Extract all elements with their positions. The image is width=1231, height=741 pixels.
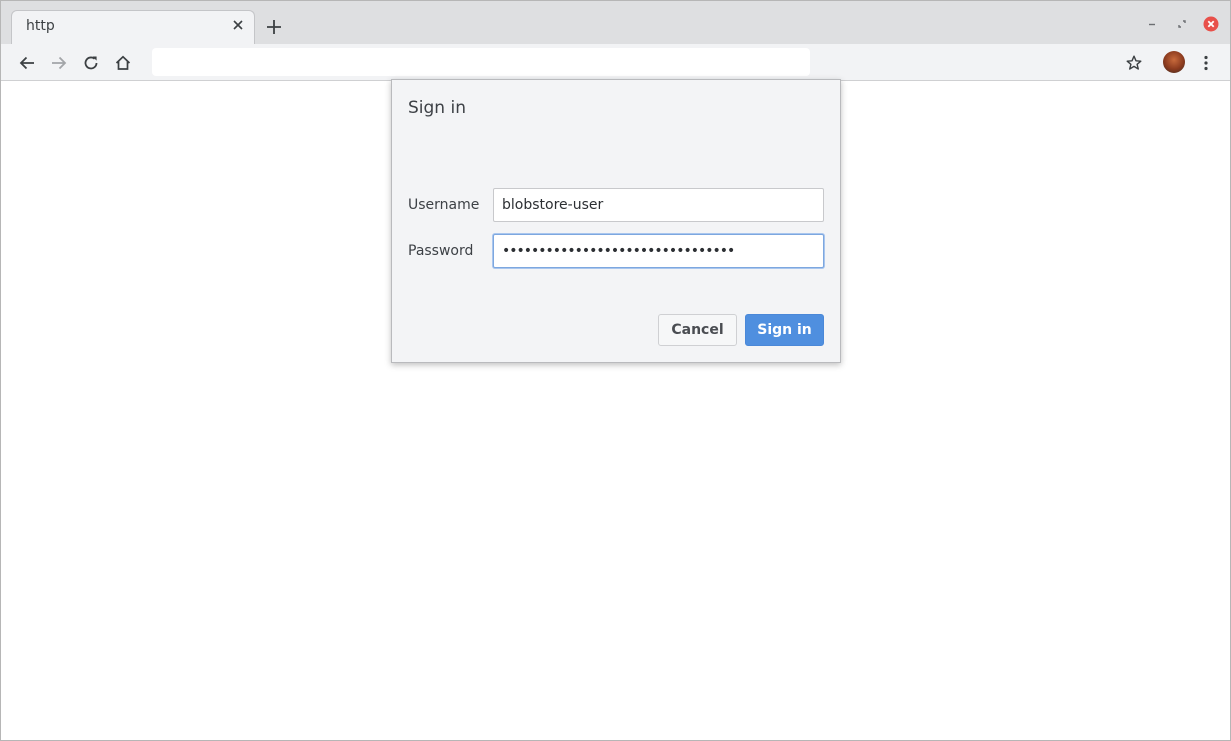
dialog-title: Sign in [408,98,466,118]
close-icon[interactable] [230,17,246,33]
sign-in-button[interactable]: Sign in [745,314,824,346]
browser-toolbar [1,44,1230,81]
plus-icon[interactable] [265,18,283,36]
password-field[interactable] [493,234,824,268]
restore-icon[interactable] [1174,16,1190,32]
browser-tab[interactable]: http [11,10,255,44]
arrow-right-icon[interactable] [49,53,69,73]
tab-title: http [26,18,55,34]
tab-strip: http [1,1,1230,44]
password-label: Password [408,243,474,259]
kebab-menu-icon[interactable] [1196,53,1216,73]
username-label: Username [408,197,480,213]
browser-window: http Sign in Username blobstore-user Pas… [0,0,1231,741]
address-bar[interactable] [152,48,810,76]
minimize-icon[interactable] [1144,16,1160,32]
arrow-left-icon[interactable] [17,53,37,73]
sign-in-dialog: Sign in Username Password Cancel Sign in [391,79,841,363]
avatar[interactable] [1163,51,1185,73]
close-circle-icon[interactable] [1203,16,1219,32]
cancel-button[interactable]: Cancel [658,314,737,346]
home-icon[interactable] [113,53,133,73]
star-icon[interactable] [1124,53,1144,73]
reload-icon[interactable] [81,53,101,73]
username-field[interactable] [493,188,824,222]
